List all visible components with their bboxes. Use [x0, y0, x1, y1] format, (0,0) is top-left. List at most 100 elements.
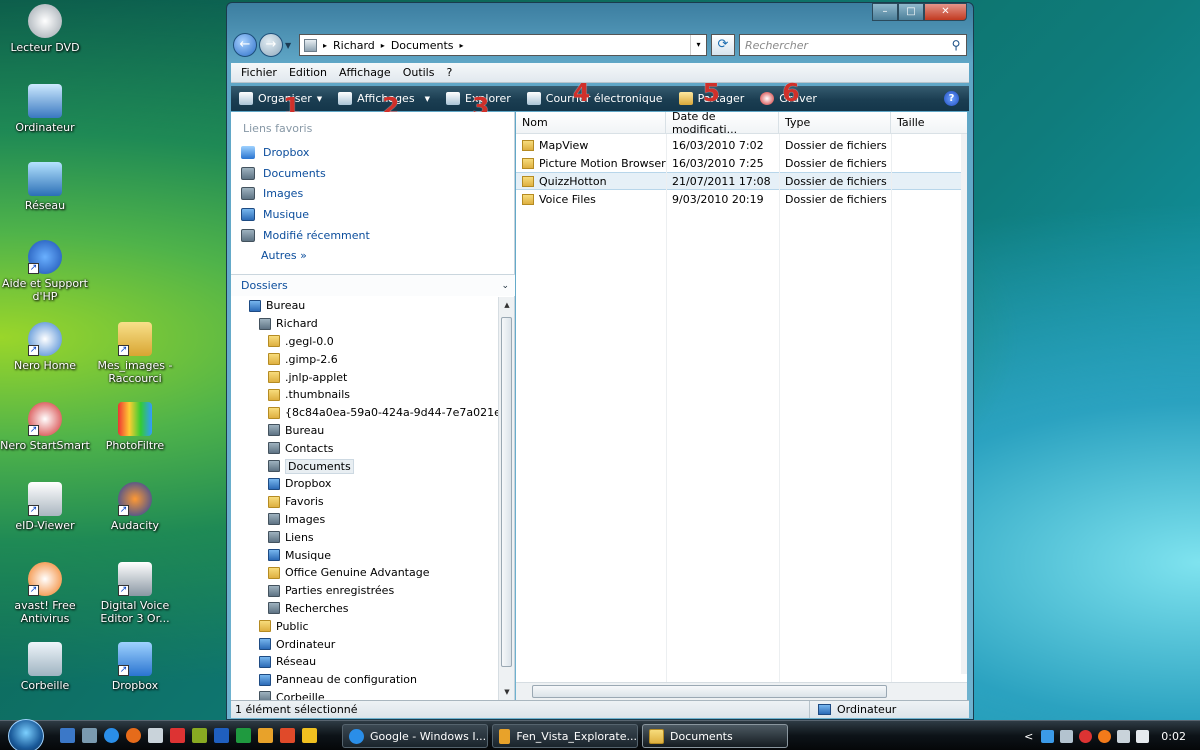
column-name[interactable]: Nom — [516, 112, 666, 133]
tree-node-public[interactable]: Public — [231, 617, 499, 635]
tree-node-favorites[interactable]: Favoris — [231, 493, 499, 511]
tree-node-saved-games[interactable]: Parties enregistrées — [231, 582, 499, 600]
desktop-icon-mes-images[interactable]: ↗ Mes_images - Raccourci — [90, 322, 180, 385]
tree-node-folder[interactable]: .gegl-0.0 — [231, 333, 499, 351]
share-button[interactable]: Partager 5 — [678, 78, 744, 107]
desktop-icon-avast[interactable]: ↗ avast! Free Antivirus — [0, 562, 90, 625]
tree-node-documents[interactable]: Documents — [231, 457, 499, 475]
file-list-horizontal-scrollbar[interactable] — [516, 682, 967, 700]
app-icon[interactable] — [192, 728, 207, 743]
breadcrumb-separator[interactable]: ▸ — [323, 41, 327, 50]
favorite-music[interactable]: Musique — [241, 204, 514, 225]
menu-help[interactable]: ? — [446, 66, 452, 79]
organiser-button[interactable]: Organiser ▼ 1 — [239, 92, 322, 121]
start-button[interactable] — [8, 719, 44, 750]
tree-scrollbar[interactable]: ▲ ▼ — [498, 297, 514, 700]
tree-node-folder[interactable]: Office Genuine Advantage — [231, 564, 499, 582]
recent-pages-dropdown[interactable]: ▼ — [285, 41, 295, 50]
tree-node-folder[interactable]: .jnlp-applet — [231, 368, 499, 386]
tree-node-network[interactable]: Réseau — [231, 653, 499, 671]
firefox-icon[interactable] — [126, 728, 141, 743]
menu-edition[interactable]: Edition — [289, 66, 327, 79]
internet-explorer-icon[interactable] — [104, 728, 119, 743]
favorite-dropbox[interactable]: Dropbox — [241, 142, 514, 163]
app-icon[interactable] — [258, 728, 273, 743]
tree-node-folder[interactable]: {8c84a0ea-59a0-424a-9d44-7e7a021ed520} — [231, 404, 499, 422]
menu-affichage[interactable]: Affichage — [339, 66, 391, 79]
search-input[interactable]: Rechercher ⚲ — [739, 34, 967, 56]
email-button[interactable]: Courrier électronique 4 — [526, 78, 663, 107]
help-button[interactable]: ? — [944, 91, 959, 106]
burn-button[interactable]: Graver 6 — [760, 78, 817, 107]
desktop-icon-dropbox[interactable]: ↗ Dropbox — [90, 642, 180, 692]
avast-tray-icon[interactable] — [1098, 729, 1112, 743]
explorer-button[interactable]: Explorer 3 — [445, 92, 511, 121]
excel-icon[interactable] — [236, 728, 251, 743]
folders-header[interactable]: Dossiers ⌄ — [231, 274, 515, 296]
volume-icon[interactable] — [1136, 729, 1150, 743]
desktop-icon-digital-voice-editor[interactable]: ↗ Digital Voice Editor 3 Or... — [90, 562, 180, 625]
app-icon[interactable] — [170, 728, 185, 743]
desktop-icon-computer[interactable]: Ordinateur — [0, 84, 90, 134]
tree-node-desktop[interactable]: Bureau — [231, 422, 499, 440]
close-button[interactable]: ✕ — [924, 3, 967, 21]
desktop-icon-network[interactable]: Réseau — [0, 162, 90, 212]
search-icon[interactable]: ⚲ — [946, 38, 966, 52]
app-icon[interactable] — [148, 728, 163, 743]
breadcrumb-separator[interactable]: ▸ — [460, 41, 464, 50]
tree-node-richard[interactable]: Richard — [231, 315, 499, 333]
scrollbar-thumb[interactable] — [501, 317, 512, 667]
desktop-icon-hp-help[interactable]: ↗ Aide et Support d'HP — [0, 240, 90, 303]
affichages-button[interactable]: Affichages ▼ 2 — [338, 92, 430, 121]
column-size[interactable]: Taille — [891, 112, 967, 133]
address-dropdown-button[interactable]: ▾ — [690, 35, 706, 55]
tray-chevron-icon[interactable]: < — [1024, 730, 1033, 743]
menu-outils[interactable]: Outils — [403, 66, 435, 79]
breadcrumb-separator[interactable]: ▸ — [381, 41, 385, 50]
favorites-more-link[interactable]: Autres » — [241, 245, 514, 266]
forward-button[interactable]: → — [259, 33, 283, 57]
menu-fichier[interactable]: Fichier — [241, 66, 277, 79]
back-button[interactable]: ← — [233, 33, 257, 57]
file-row-selected[interactable]: QuizzHotton 21/07/2011 17:08 Dossier de … — [516, 172, 967, 190]
tree-node-folder[interactable]: .gimp-2.6 — [231, 350, 499, 368]
favorite-images[interactable]: Images — [241, 183, 514, 204]
clock[interactable]: 0:02 — [1161, 730, 1186, 743]
tree-node-desktop[interactable]: Bureau — [231, 297, 499, 315]
file-row[interactable]: Voice Files 9/03/2010 20:19 Dossier de f… — [516, 190, 967, 208]
file-row[interactable]: Picture Motion Browser 16/03/2010 7:25 D… — [516, 154, 967, 172]
dropbox-tray-icon[interactable] — [1041, 729, 1055, 743]
show-desktop-icon[interactable] — [60, 728, 75, 743]
minimize-button[interactable]: – — [872, 3, 898, 21]
column-type[interactable]: Type — [779, 112, 891, 133]
tree-node-control-panel[interactable]: Panneau de configuration — [231, 671, 499, 689]
desktop-icon-eid-viewer[interactable]: ↗ eID-Viewer — [0, 482, 90, 532]
scroll-down-arrow-icon[interactable]: ▼ — [499, 684, 515, 700]
address-bar[interactable]: ▸ Richard ▸ Documents ▸ ▾ — [299, 34, 707, 56]
power-tray-icon[interactable] — [1117, 729, 1131, 743]
tree-node-dropbox[interactable]: Dropbox — [231, 475, 499, 493]
refresh-button[interactable]: ⟳ — [711, 34, 735, 56]
tree-node-recycle-bin[interactable]: Corbeille — [231, 689, 499, 700]
app-icon[interactable] — [280, 728, 295, 743]
maximize-button[interactable]: □ — [898, 3, 924, 21]
file-list-vertical-scrollbar[interactable] — [961, 134, 967, 674]
file-row[interactable]: MapView 16/03/2010 7:02 Dossier de fichi… — [516, 136, 967, 154]
breadcrumb-richard[interactable]: Richard — [333, 39, 375, 52]
network-tray-icon[interactable] — [1060, 729, 1074, 743]
tree-node-searches[interactable]: Recherches — [231, 600, 499, 618]
favorite-recent[interactable]: Modifié récemment — [241, 225, 514, 246]
taskbar-item-ie[interactable]: Google - Windows I... — [342, 724, 488, 748]
desktop-icon-nero-startsmart[interactable]: ↗ Nero StartSmart — [0, 402, 90, 452]
switch-windows-icon[interactable] — [82, 728, 97, 743]
media-icon[interactable] — [302, 728, 317, 743]
tree-node-folder[interactable]: .thumbnails — [231, 386, 499, 404]
breadcrumb-documents[interactable]: Documents — [391, 39, 454, 52]
taskbar-item-documents[interactable]: Documents — [642, 724, 788, 748]
favorite-documents[interactable]: Documents — [241, 163, 514, 184]
tree-node-contacts[interactable]: Contacts — [231, 439, 499, 457]
tree-node-music[interactable]: Musique — [231, 546, 499, 564]
desktop-icon-audacity[interactable]: ↗ Audacity — [90, 482, 180, 532]
tree-node-links[interactable]: Liens — [231, 528, 499, 546]
desktop-icon-photofiltre[interactable]: PhotoFiltre — [90, 402, 180, 452]
